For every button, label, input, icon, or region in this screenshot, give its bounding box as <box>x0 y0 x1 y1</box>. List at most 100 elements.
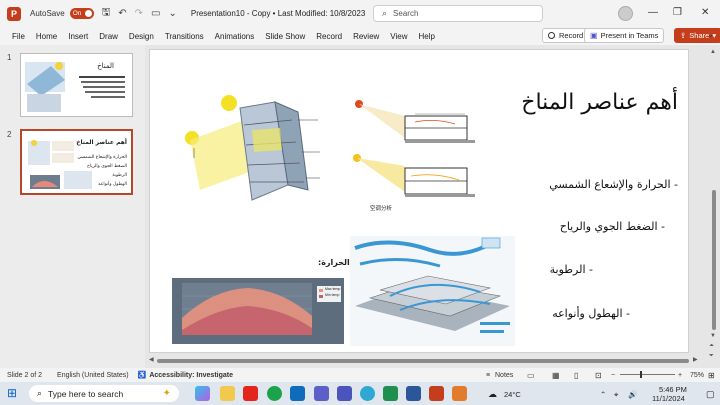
tab-slide-show[interactable]: Slide Show <box>265 32 305 41</box>
teams-app-icon[interactable] <box>314 386 329 401</box>
horizontal-scroll-thumb[interactable] <box>157 359 689 363</box>
copilot-icon[interactable] <box>195 386 210 401</box>
redo-icon[interactable]: ↷ <box>135 8 143 19</box>
powerpoint-logo-icon: P <box>7 6 21 21</box>
teams-icon: ▣ <box>590 31 598 40</box>
slide-title[interactable]: أهم عناصر المناخ <box>521 90 678 115</box>
windows-start-icon[interactable]: ⊞ <box>7 386 17 400</box>
notifications-icon[interactable]: ▢ <box>706 389 715 400</box>
restore-icon[interactable]: ❐ <box>673 7 682 18</box>
accessibility-status[interactable]: Accessibility: Investigate <box>149 372 233 379</box>
vertical-scrollbar[interactable]: ▲ ▼ ⏶ ⏷ <box>708 45 720 368</box>
normal-view-icon[interactable]: ▭ <box>527 371 535 380</box>
document-title[interactable]: Presentation10 - Copy • Last Modified: 1… <box>191 9 365 18</box>
avatar[interactable] <box>618 6 633 21</box>
share-icon: ⇪ <box>680 31 687 40</box>
scroll-up-icon[interactable]: ▲ <box>710 49 716 55</box>
slide-thumbnail-pane: 1 المناخ 2 أهم عناصر المناخ الحرارة والإ… <box>0 45 145 368</box>
slide-bullet-3[interactable]: - الرطوبة <box>550 263 593 276</box>
zoom-slider-handle[interactable] <box>640 371 642 378</box>
taskbar-search-icon: ⌕ <box>37 388 43 398</box>
slide-thumbnail-1[interactable]: المناخ <box>20 53 133 117</box>
slide-sorter-icon[interactable]: ▦ <box>552 371 560 380</box>
teams-classic-icon[interactable] <box>337 386 352 401</box>
zoom-slider[interactable] <box>620 374 675 375</box>
file-explorer-icon[interactable] <box>220 386 235 401</box>
slide-canvas[interactable]: 空调分析 الحرارة: Max temp Min temp أهم عناص… <box>149 49 689 353</box>
tab-review[interactable]: Review <box>353 32 379 41</box>
autosave-toggle[interactable]: On <box>69 8 94 19</box>
record-icon <box>548 32 555 39</box>
minimize-icon[interactable]: — <box>648 7 658 18</box>
section-diagram-summer <box>355 100 475 143</box>
slide-bullet-1[interactable]: - الحرارة والإشعاع الشمسي <box>549 178 678 191</box>
outlook-icon[interactable] <box>290 386 305 401</box>
tab-file[interactable]: File <box>12 32 25 41</box>
powerpoint-app-icon[interactable] <box>429 386 444 401</box>
slide-bullet-4[interactable]: - الهطول وأنواعه <box>552 307 630 320</box>
zoom-out-icon[interactable]: − <box>611 372 615 379</box>
slide-counter: Slide 2 of 2 <box>7 371 43 379</box>
notes-button[interactable]: Notes <box>495 372 513 379</box>
search-highlight-icon: ✦ <box>162 388 171 399</box>
excel-icon[interactable] <box>383 386 398 401</box>
tab-animations[interactable]: Animations <box>215 32 255 41</box>
wind-flow-building-diagram <box>350 236 515 346</box>
save-icon[interactable]: 🖫 <box>102 5 111 22</box>
workspace: 1 المناخ 2 أهم عناصر المناخ الحرارة والإ… <box>0 45 720 368</box>
search-icon: ⌕ <box>382 8 388 18</box>
slide-bullet-2[interactable]: - الضغط الجوي والرياح <box>560 220 665 233</box>
network-icon[interactable]: ⌖ <box>614 390 618 400</box>
tab-design[interactable]: Design <box>129 32 154 41</box>
word-icon[interactable] <box>406 386 421 401</box>
search-input[interactable]: ⌕ Search <box>373 5 543 22</box>
extra-app-icon[interactable] <box>452 386 467 401</box>
record-button[interactable]: Record <box>542 28 590 43</box>
weather-temperature[interactable]: 24°C <box>504 390 521 399</box>
previous-slide-icon[interactable]: ⏶ <box>709 343 714 350</box>
thumbnail-1-graphic <box>25 62 125 112</box>
tab-insert[interactable]: Insert <box>68 32 88 41</box>
slideshow-view-icon[interactable]: ⊡ <box>595 371 602 380</box>
next-slide-icon[interactable]: ⏷ <box>709 353 714 360</box>
tray-overflow-icon[interactable]: ⌃ <box>600 390 606 399</box>
clock-date[interactable]: 11/1/2024 <box>652 394 685 403</box>
fit-slide-icon[interactable]: ⊞ <box>708 371 715 380</box>
thumbnail-2-bullet: الرطوبة <box>112 173 127 178</box>
tab-transitions[interactable]: Transitions <box>165 32 204 41</box>
tab-draw[interactable]: Draw <box>99 32 118 41</box>
tab-help[interactable]: Help <box>419 32 435 41</box>
clock-time[interactable]: 5:46 PM <box>659 385 687 394</box>
edge-icon[interactable] <box>267 386 282 401</box>
title-bar: P AutoSave On 🖫 ↶ ↷ ▭ ⌄ Presentation10 -… <box>0 0 720 27</box>
zoom-in-icon[interactable]: + <box>678 372 682 379</box>
horizontal-scrollbar[interactable]: ◀ ▶ <box>149 357 701 365</box>
scroll-down-icon[interactable]: ▼ <box>710 333 716 339</box>
chart-legend-min: Min temp <box>325 293 340 297</box>
tab-home[interactable]: Home <box>36 32 57 41</box>
tab-view[interactable]: View <box>390 32 407 41</box>
scroll-right-icon[interactable]: ▶ <box>693 356 698 363</box>
youtube-icon[interactable] <box>243 386 258 401</box>
notes-icon: ≡ <box>486 371 491 379</box>
section-caption: 空调分析 <box>370 206 393 212</box>
reading-view-icon[interactable]: ▯ <box>574 371 578 380</box>
taskbar-search-input[interactable]: ⌕ Type here to search ✦ <box>29 385 179 402</box>
close-icon[interactable]: ✕ <box>701 7 709 18</box>
language-indicator[interactable]: English (United States) <box>57 372 129 379</box>
slide-thumbnail-2[interactable]: أهم عناصر المناخ الحرارة والإشعاع الشمسي… <box>20 129 133 195</box>
slideshow-from-start-icon[interactable]: ▭ <box>151 8 160 19</box>
zoom-level[interactable]: 75% <box>690 372 704 379</box>
volume-icon[interactable]: 🔊 <box>628 390 637 399</box>
tab-record[interactable]: Record <box>316 32 342 41</box>
undo-icon[interactable]: ↶ <box>118 8 126 19</box>
accessibility-icon: ♿ <box>137 372 147 379</box>
scroll-left-icon[interactable]: ◀ <box>149 356 154 363</box>
present-in-teams-button[interactable]: ▣ Present in Teams <box>584 28 665 43</box>
browser-icon[interactable] <box>360 386 375 401</box>
taskbar-search-placeholder: Type here to search <box>48 388 124 399</box>
customize-toolbar-icon[interactable]: ⌄ <box>168 8 176 19</box>
ribbon-collapse-icon[interactable]: ⌄ <box>707 30 714 39</box>
thumbnail-2-bullet: الحرارة والإشعاع الشمسي <box>77 155 127 160</box>
vertical-scroll-thumb[interactable] <box>712 190 716 330</box>
